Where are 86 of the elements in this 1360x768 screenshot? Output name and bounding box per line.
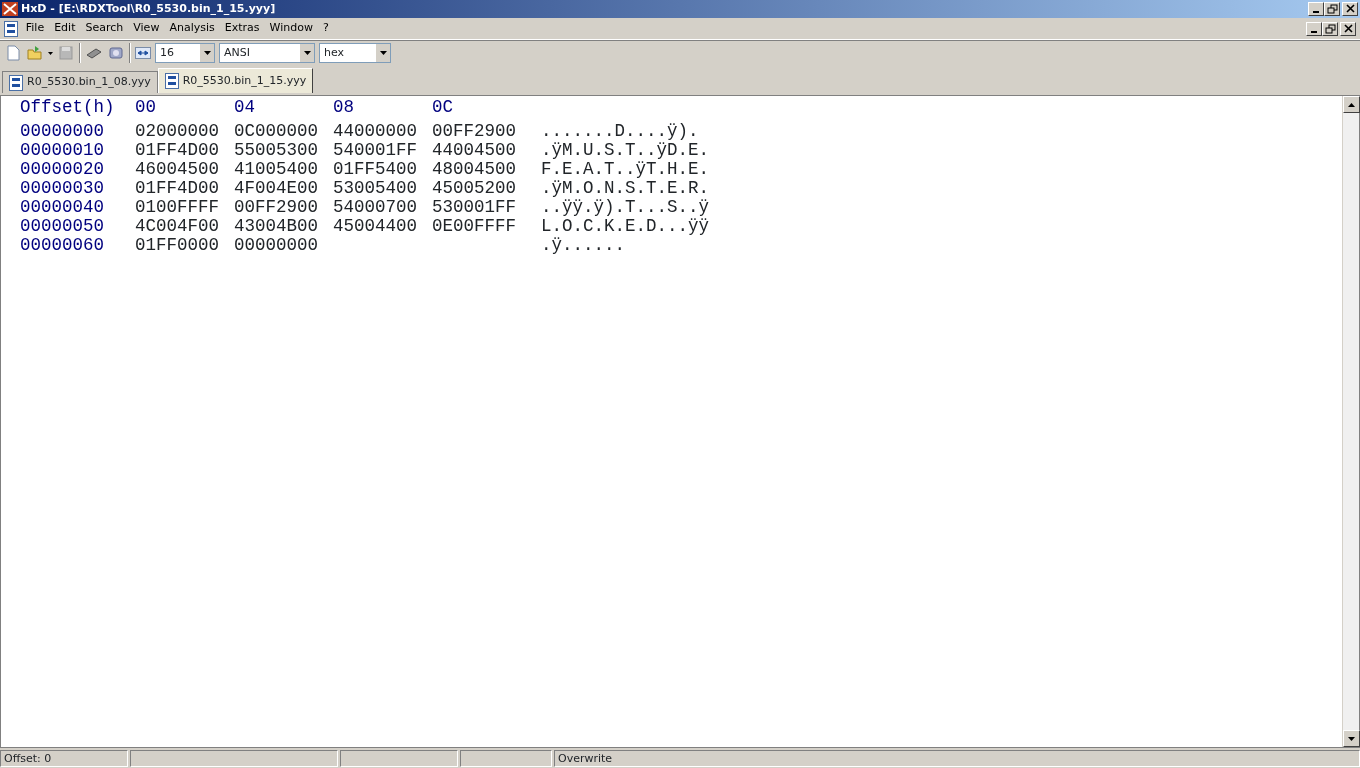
menu-item[interactable]: Window	[264, 20, 318, 37]
hex-bytes: 0100FFFF	[135, 198, 220, 217]
menu-item[interactable]: File	[20, 20, 50, 37]
caret-icon	[376, 44, 390, 62]
hex-bytes: 0E00FFFF	[432, 217, 517, 236]
column-header: Offset(h)	[20, 98, 116, 117]
hex-bytes: 44004500	[432, 141, 517, 160]
ascii-text: .ÿ......	[541, 236, 625, 255]
hex-bytes: 00FF2900	[234, 198, 319, 217]
offset-label: 00000040	[20, 198, 105, 217]
ascii-text: F.E.A.T..ÿT.H.E.	[541, 160, 710, 179]
document-icon	[4, 20, 18, 37]
hex-bytes: 53005400	[333, 179, 418, 198]
hex-bytes: 02000000	[135, 122, 220, 141]
column-header: 04	[234, 98, 256, 117]
minimize-button[interactable]	[1306, 21, 1322, 36]
scrollbar[interactable]	[1342, 96, 1359, 747]
hex-bytes: 01FF4D00	[135, 179, 220, 198]
hex-bytes: 01FF5400	[333, 160, 418, 179]
menu-item[interactable]: Search	[80, 20, 129, 37]
tab[interactable]: R0_5530.bin_1_08.yyy	[2, 71, 158, 93]
dropdown-field[interactable]: hex	[319, 43, 391, 63]
dropdown-field[interactable]: ANSI	[219, 43, 315, 63]
caret-icon	[300, 44, 314, 62]
scroll-down-icon[interactable]	[1343, 730, 1360, 747]
offset-label: 00000050	[20, 217, 105, 236]
ascii-text: .ÿM.U.S.T..ÿD.E.	[541, 141, 710, 160]
column-header: 0C	[432, 98, 454, 117]
ascii-text: .......D....ÿ).	[541, 122, 699, 141]
hex-bytes: 00000000	[234, 236, 319, 255]
hex-bytes: 54000700	[333, 198, 418, 217]
scroll-up-icon[interactable]	[1343, 96, 1360, 113]
close-icon	[1342, 23, 1354, 34]
minimize-button[interactable]	[1308, 2, 1324, 16]
app-icon	[2, 2, 18, 16]
menu-item[interactable]: Extras	[219, 20, 265, 37]
offset-label: 00000010	[20, 141, 105, 160]
document-icon	[9, 74, 23, 91]
caret-icon	[48, 51, 53, 55]
offset-label: 00000000	[20, 122, 105, 141]
hex-bytes: 00FF2900	[432, 122, 517, 141]
hex-bytes: 46004500	[135, 160, 220, 179]
tab[interactable]: R0_5530.bin_1_15.yyy	[157, 68, 314, 93]
menu-item[interactable]: Edit	[49, 20, 81, 37]
restore-icon	[1326, 4, 1338, 14]
disk-button[interactable]	[107, 44, 125, 62]
restore-button[interactable]	[1324, 2, 1340, 16]
hex-bytes: 01FF4D00	[135, 141, 220, 160]
ascii-text: ..ÿÿ.ÿ).T...S..ÿ	[541, 198, 710, 217]
restore-button[interactable]	[1322, 21, 1338, 36]
status-text: Overwrite	[554, 750, 1360, 767]
restore-icon	[1324, 23, 1336, 34]
hex-bytes: 530001FF	[432, 198, 517, 217]
hex-bytes: 48004500	[432, 160, 517, 179]
close-icon	[1344, 4, 1356, 14]
offset-label: 00000020	[20, 160, 105, 179]
ascii-text: L.O.C.K.E.D...ÿÿ	[541, 217, 710, 236]
hex-bytes: 41005400	[234, 160, 319, 179]
column-header: 08	[333, 98, 355, 117]
document-icon	[164, 73, 179, 89]
hex-bytes: 01FF0000	[135, 236, 220, 255]
dropdown-field[interactable]: 16	[155, 43, 215, 63]
hex-bytes: 55005300	[234, 141, 319, 160]
status-text: Offset: 0	[0, 750, 128, 767]
close-button[interactable]	[1342, 2, 1358, 16]
hex-bytes: 540001FF	[333, 141, 418, 160]
ascii-text: .ÿM.O.N.S.T.E.R.	[541, 179, 710, 198]
hex-bytes: 4C004F00	[135, 217, 220, 236]
column-header: 00	[135, 98, 157, 117]
hex-bytes: 43004B00	[234, 217, 319, 236]
offset-label: 00000030	[20, 179, 105, 198]
hex-bytes: 45004400	[333, 217, 418, 236]
menu-item[interactable]: Analysis	[164, 20, 220, 37]
hex-bytes: 0C000000	[234, 122, 319, 141]
hex-bytes: 45005200	[432, 179, 517, 198]
menu-item[interactable]: View	[128, 20, 165, 37]
hex-bytes: 4F004E00	[234, 179, 319, 198]
offset-label: 00000060	[20, 236, 105, 255]
minimize-icon	[1311, 30, 1317, 33]
width-icon	[135, 45, 151, 61]
window-title: HxD - [E:\RDXTool\R0_5530.bin_1_15.yyy]	[21, 0, 276, 17]
minimize-icon	[1313, 11, 1319, 13]
menu-item[interactable]: ?	[317, 20, 334, 37]
caret-icon	[200, 44, 214, 62]
close-button[interactable]	[1340, 21, 1356, 36]
hex-bytes: 44000000	[333, 122, 418, 141]
